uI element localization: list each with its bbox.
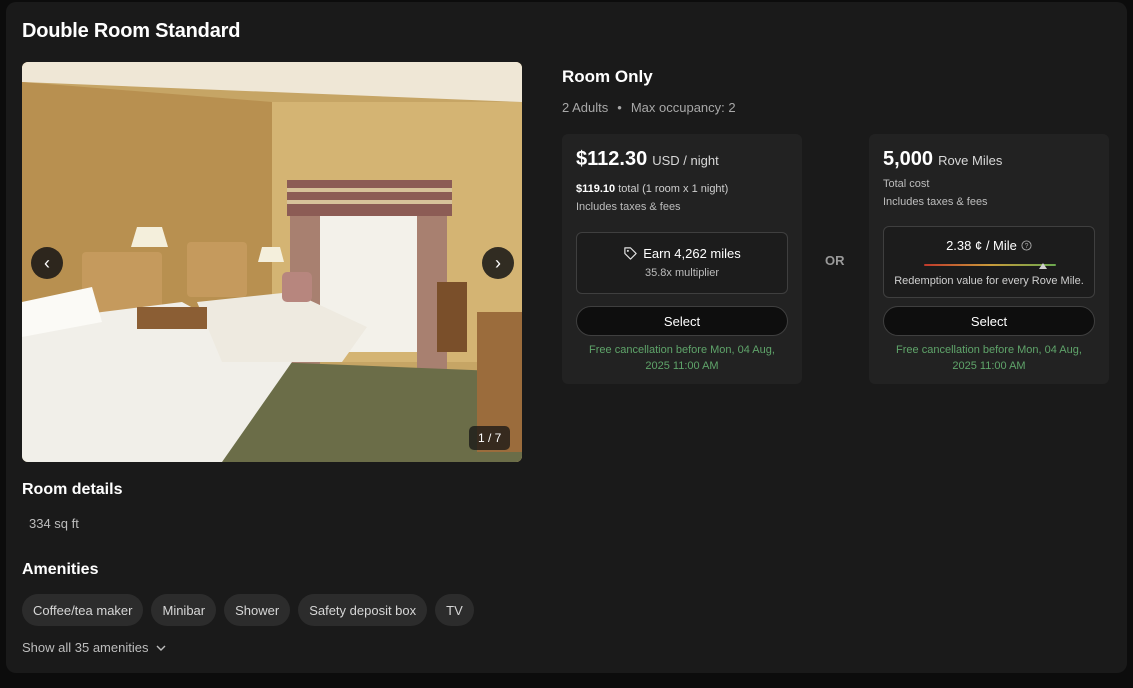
price-amount: $112.30 bbox=[576, 148, 648, 170]
chevron-left-icon: ‹ bbox=[44, 252, 50, 273]
amenity-chip: Minibar bbox=[151, 594, 217, 626]
miles-price: 5,000 Rove Miles bbox=[883, 148, 1002, 171]
cash-rate-option: $112.30 USD / night $119.10 total (1 roo… bbox=[562, 134, 802, 384]
tag-icon bbox=[624, 247, 637, 260]
previous-photo-button[interactable]: ‹ bbox=[31, 247, 63, 279]
room-title: Double Room Standard bbox=[22, 20, 241, 42]
chevron-down-icon bbox=[156, 645, 166, 651]
miles-unit: Rove Miles bbox=[938, 153, 1003, 168]
cancellation-policy: Free cancellation before Mon, 04 Aug, 20… bbox=[896, 344, 1082, 372]
room-photo bbox=[22, 62, 522, 462]
amenity-chip: Coffee/tea maker bbox=[22, 594, 144, 626]
bullet-separator: • bbox=[617, 100, 622, 115]
occupancy-info: 2 Adults • Max occupancy: 2 bbox=[562, 100, 736, 115]
amenities-heading: Amenities bbox=[22, 561, 99, 578]
next-photo-button[interactable]: › bbox=[482, 247, 514, 279]
cancellation-policy: Free cancellation before Mon, 04 Aug, 20… bbox=[589, 344, 775, 372]
amenity-chip: TV bbox=[435, 594, 474, 626]
earn-miles-box: Earn 4,262 miles 35.8x multiplier bbox=[576, 232, 788, 294]
rate-name: Room Only bbox=[562, 67, 653, 86]
amenity-chip: Shower bbox=[224, 594, 291, 626]
redemption-value-caption: Redemption value for every Rove Mile. bbox=[894, 275, 1084, 287]
price-unit: USD / night bbox=[652, 153, 719, 168]
total-cost-label: Total cost bbox=[883, 178, 930, 190]
miles-rate-option: 5,000 Rove Miles Total cost Includes tax… bbox=[869, 134, 1109, 384]
show-all-amenities-button[interactable]: Show all 35 amenities bbox=[22, 640, 166, 655]
svg-text:?: ? bbox=[1024, 243, 1028, 250]
miles-multiplier: 35.8x multiplier bbox=[645, 267, 719, 279]
room-size: 334 sq ft bbox=[29, 516, 79, 531]
total-amount: $119.10 bbox=[576, 183, 616, 195]
nightly-price: $112.30 USD / night bbox=[576, 148, 719, 171]
amenity-list: Coffee/tea maker Minibar Shower Safety d… bbox=[22, 594, 474, 626]
max-occupancy: Max occupancy: 2 bbox=[630, 100, 736, 115]
taxes-note: Includes taxes & fees bbox=[576, 201, 681, 213]
redemption-value-box: 2.38 ¢ / Mile ? Redemption value for eve… bbox=[883, 226, 1095, 298]
select-cash-rate-button[interactable]: Select bbox=[576, 306, 788, 336]
earn-miles: Earn 4,262 miles bbox=[577, 246, 787, 261]
miles-amount: 5,000 bbox=[883, 148, 934, 170]
earn-miles-label: Earn 4,262 miles bbox=[643, 246, 741, 261]
select-miles-rate-button[interactable]: Select bbox=[883, 306, 1095, 336]
room-card: Double Room Standard ‹ › 1 / 7 Room deta… bbox=[6, 2, 1127, 673]
redemption-value: 2.38 ¢ / Mile ? bbox=[884, 238, 1094, 253]
adults-count: 2 Adults bbox=[562, 100, 609, 115]
or-separator: OR bbox=[825, 253, 845, 268]
total-text: total (1 room x 1 night) bbox=[618, 183, 729, 195]
show-all-amenities-label: Show all 35 amenities bbox=[22, 640, 149, 655]
redemption-value-label: 2.38 ¢ / Mile bbox=[946, 238, 1017, 253]
taxes-note: Includes taxes & fees bbox=[883, 196, 988, 208]
room-photo-carousel[interactable]: ‹ › 1 / 7 bbox=[22, 62, 522, 462]
amenity-chip: Safety deposit box bbox=[298, 594, 428, 626]
photo-counter: 1 / 7 bbox=[469, 426, 511, 450]
help-icon[interactable]: ? bbox=[1021, 240, 1032, 251]
redemption-value-marker bbox=[1038, 263, 1047, 269]
room-details-heading: Room details bbox=[22, 481, 123, 498]
redemption-value-bar bbox=[924, 264, 1056, 266]
chevron-right-icon: › bbox=[495, 252, 501, 273]
total-price: $119.10 total (1 room x 1 night) bbox=[576, 183, 728, 195]
